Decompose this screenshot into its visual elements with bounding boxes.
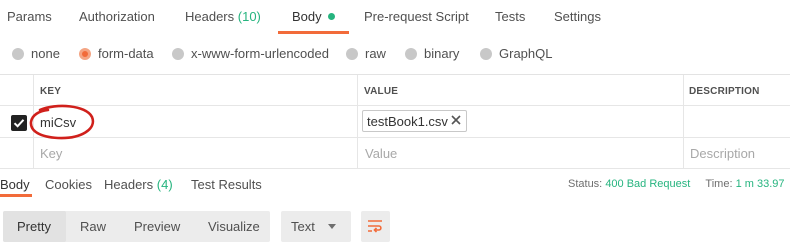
response-tab-test-results[interactable]: Test Results [191,177,262,192]
tab-headers[interactable]: Headers (10) [185,9,261,24]
body-type-radios: none form-data x-www-form-urlencoded raw… [0,40,790,68]
tab-tests[interactable]: Tests [495,9,525,24]
response-active-underline [0,194,32,197]
column-divider [683,75,684,169]
mode-preview-button[interactable]: Preview [134,219,180,234]
wrap-lines-button[interactable] [361,211,390,242]
format-select[interactable]: Text [281,211,351,242]
response-tab-headers[interactable]: Headers (4) [104,177,173,192]
radio-label: form-data [98,46,154,61]
request-tabs: Params Authorization Headers (10) Body P… [0,0,790,34]
tab-headers-count: (10) [237,9,261,24]
tab-headers-label: Headers [185,9,235,24]
response-tab-headers-label: Headers [104,177,154,192]
remove-file-icon[interactable] [451,115,461,125]
form-data-table: KEY VALUE DESCRIPTION miCsv testBook1.cs… [0,74,790,169]
radio-dot [480,48,492,60]
chevron-down-icon [328,224,336,229]
radio-dot [405,48,417,60]
status-label: Status: [568,178,603,190]
response-tab-cookies[interactable]: Cookies [45,177,92,192]
active-indicator-dot [327,13,335,20]
wrap-lines-icon [368,220,382,233]
radio-label: raw [365,46,386,61]
row-enabled-checkbox[interactable] [11,115,27,131]
tab-settings[interactable]: Settings [554,9,601,24]
row-divider [0,105,790,106]
mode-pretty-button[interactable]: Pretty [17,219,51,234]
radio-label: none [31,46,60,61]
radio-label: binary [424,46,460,61]
radio-dot [172,48,184,60]
response-tab-body[interactable]: Body [0,177,30,192]
response-tabs: Body Cookies Headers (4) Test Results St… [0,174,790,197]
radio-dot-selected [79,48,91,60]
new-key-input[interactable]: Key [40,146,62,161]
column-header-description: DESCRIPTION [689,86,760,97]
annotation-circle [29,104,95,140]
status-value[interactable]: 400 Bad Request [605,178,690,190]
time-label: Time: [705,178,733,190]
tab-body[interactable]: Body [292,9,335,24]
row-divider [0,168,790,169]
tab-params[interactable]: Params [7,9,52,24]
column-header-value: VALUE [364,86,399,97]
tab-prerequest-script[interactable]: Pre-request Script [364,9,469,24]
response-view-modes: Pretty Raw Preview Visualize [3,211,270,242]
file-chip[interactable]: testBook1.csv [362,110,467,132]
column-header-key: KEY [40,86,62,97]
format-select-value: Text [291,219,315,234]
row-divider [0,137,790,138]
radio-label: x-www-form-urlencoded [191,46,329,61]
radio-label: GraphQL [499,46,553,61]
checkmark-icon [13,119,25,128]
time-value[interactable]: 1 m 33.97 [736,178,785,190]
radio-dot [346,48,358,60]
mode-visualize-button[interactable]: Visualize [208,219,260,234]
response-status: Status: 400 Bad Request Time: 1 m 33.97 [568,178,785,190]
active-tab-underline [278,31,349,34]
file-name: testBook1.csv [367,114,448,129]
new-description-input[interactable]: Description [690,146,755,161]
response-tab-headers-count: (4) [156,177,173,192]
tab-body-label: Body [292,9,322,24]
mode-raw-button[interactable]: Raw [80,219,106,234]
tab-authorization[interactable]: Authorization [79,9,155,24]
new-value-input[interactable]: Value [365,146,397,161]
radio-dot [12,48,24,60]
column-divider [357,75,358,169]
